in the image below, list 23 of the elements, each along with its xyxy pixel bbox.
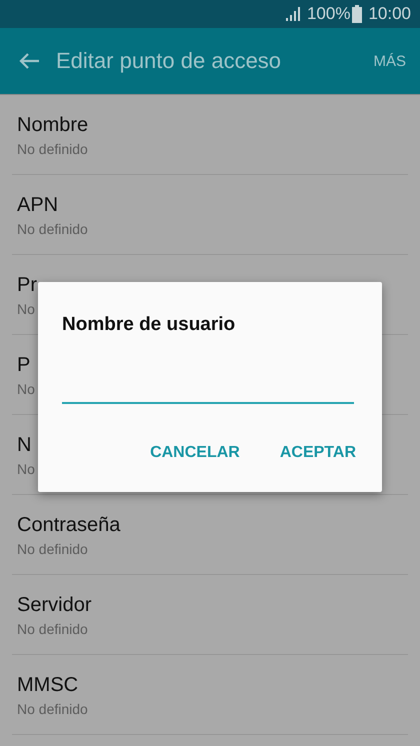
setting-value: No definido xyxy=(17,141,88,158)
signal-icon xyxy=(284,7,301,21)
setting-title[interactable]: MMSC xyxy=(17,673,78,697)
setting-value: No definido xyxy=(17,621,88,638)
setting-title[interactable]: N xyxy=(17,433,32,457)
clock-time: 10:00 xyxy=(368,4,411,24)
dialog-title: Nombre de usuario xyxy=(62,314,236,336)
setting-value: No xyxy=(17,381,35,398)
setting-title[interactable]: Contraseña xyxy=(17,513,120,537)
setting-value: No xyxy=(17,301,35,318)
setting-value: No xyxy=(17,461,35,478)
setting-value: No definido xyxy=(17,541,88,558)
setting-title[interactable]: Servidor xyxy=(17,593,92,617)
setting-title[interactable]: APN xyxy=(17,193,58,217)
setting-title[interactable]: Nombre xyxy=(17,113,88,137)
setting-title[interactable]: P xyxy=(17,353,30,377)
setting-value: No definido xyxy=(17,701,88,718)
battery-icon xyxy=(352,5,362,23)
back-arrow-icon[interactable] xyxy=(18,52,40,70)
setting-title[interactable]: Pr xyxy=(17,273,37,297)
setting-value: No definido xyxy=(17,221,88,238)
screen-title: Editar punto de acceso xyxy=(56,48,282,74)
battery-percent: 100% xyxy=(306,4,350,24)
